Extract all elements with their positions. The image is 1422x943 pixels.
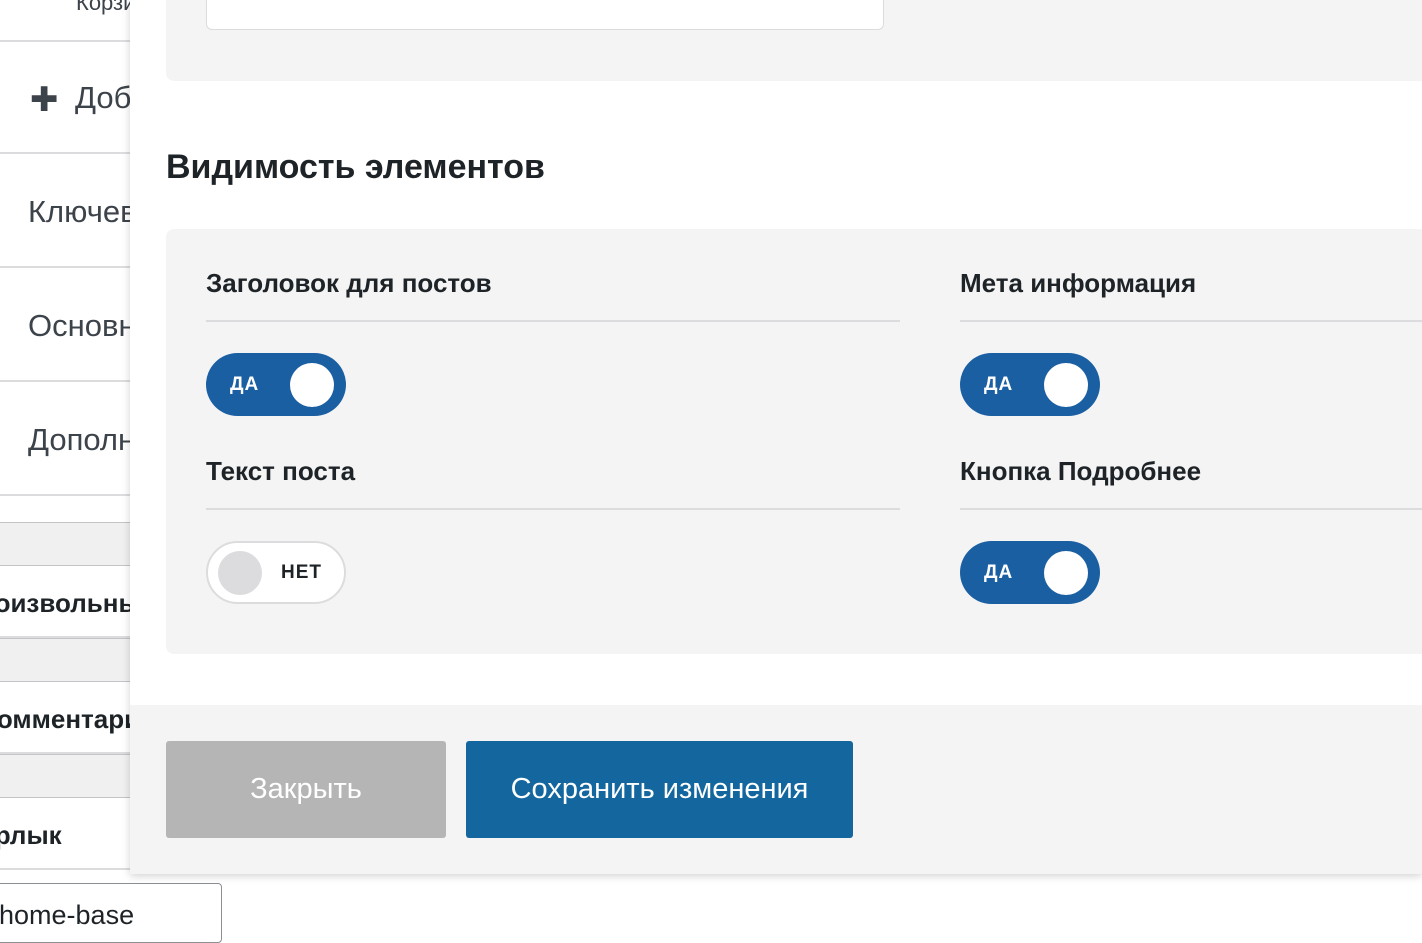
background-sidebar: Корзина ✚ Добавить новую Ключевые Основн…	[0, 0, 140, 926]
panel-heading-label: Ярлык	[0, 820, 62, 850]
toggle-state-text: НЕТ	[281, 561, 322, 583]
panel-heading-slug[interactable]: Ярлык	[0, 798, 140, 870]
select-dropdown[interactable]: ⌄	[206, 0, 884, 30]
option-label: Мета информация	[960, 268, 1197, 298]
option-label: Заголовок для постов	[206, 268, 492, 298]
panel-heading-custom-fields[interactable]: Произвольные поля	[0, 566, 140, 638]
sidebar-item-label: Основные	[28, 308, 140, 343]
sidebar-item-label: Ключевые	[28, 194, 140, 229]
modal-footer: Закрыть Сохранить изменения	[130, 705, 1422, 874]
section-divider	[0, 754, 140, 798]
close-button[interactable]: Закрыть	[166, 741, 446, 838]
toggle-meta-info[interactable]: ДА	[960, 353, 1100, 416]
slug-input-value: home-base	[0, 900, 135, 930]
plus-icon: ✚	[30, 81, 59, 119]
section-title: Видимость элементов	[166, 148, 545, 186]
divider	[206, 508, 900, 510]
toggle-state-text: ДА	[230, 373, 260, 395]
toggle-state-text: ДА	[984, 561, 1014, 583]
settings-modal: ⌄ Видимость элементов Заголовок для пост…	[130, 0, 1422, 874]
option-read-more-button: Кнопка Подробнее ДА	[960, 451, 1422, 611]
save-changes-button[interactable]: Сохранить изменения	[466, 741, 853, 838]
select-panel: ⌄	[166, 0, 1422, 81]
visibility-panel: Заголовок для постов ДА Мета информация …	[166, 229, 1422, 654]
sidebar-item-main[interactable]: Основные	[0, 270, 140, 382]
toggle-knob	[1044, 550, 1088, 595]
panel-heading-label: Произвольные поля	[0, 588, 140, 618]
option-post-title: Заголовок для постов ДА	[206, 263, 900, 423]
chevron-down-icon: ⌄	[846, 0, 861, 4]
section-divider	[0, 522, 140, 566]
sidebar-item-add-new[interactable]: ✚ Добавить новую	[0, 42, 140, 154]
sidebar-item-trash[interactable]: Корзина	[0, 0, 140, 42]
divider	[206, 320, 900, 322]
option-post-text: Текст поста НЕТ	[206, 451, 900, 611]
panel-heading-label: Комментарии	[0, 704, 140, 734]
slug-input[interactable]: home-base	[0, 883, 222, 943]
toggle-knob	[1044, 362, 1088, 407]
toggle-knob	[218, 551, 262, 595]
sidebar-item-key[interactable]: Ключевые	[0, 156, 140, 268]
sidebar-item-additional[interactable]: Дополнительные	[0, 384, 140, 496]
toggle-post-text[interactable]: НЕТ	[206, 541, 346, 604]
toggle-read-more-button[interactable]: ДА	[960, 541, 1100, 604]
toggle-post-title[interactable]: ДА	[206, 353, 346, 416]
divider	[960, 320, 1422, 322]
panel-heading-comments[interactable]: Комментарии	[0, 682, 140, 754]
option-meta-info: Мета информация ДА	[960, 263, 1422, 423]
section-divider	[0, 638, 140, 682]
option-label: Кнопка Подробнее	[960, 456, 1202, 486]
toggle-state-text: ДА	[984, 373, 1014, 395]
divider	[960, 508, 1422, 510]
sidebar-item-label: Дополнительные	[28, 422, 140, 457]
toggle-knob	[290, 362, 334, 407]
option-label: Текст поста	[206, 456, 356, 486]
